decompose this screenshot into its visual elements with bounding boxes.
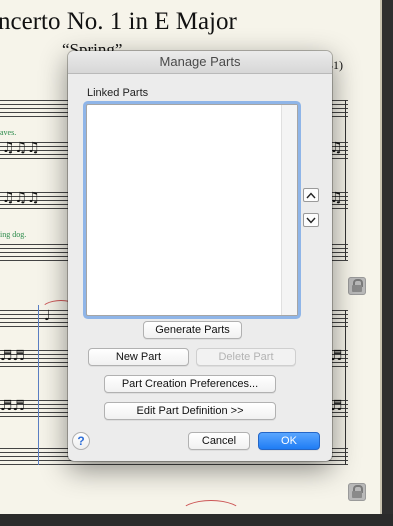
generate-parts-button[interactable]: Generate Parts xyxy=(143,321,242,339)
slur-mark xyxy=(180,500,242,526)
dialog-title: Manage Parts xyxy=(68,51,332,74)
linked-parts-label: Linked Parts xyxy=(87,87,149,99)
move-down-button[interactable] xyxy=(303,213,319,227)
linked-parts-list[interactable] xyxy=(86,104,298,316)
score-annotation: ing dog. xyxy=(0,230,27,239)
help-button[interactable]: ? xyxy=(72,432,90,450)
system-bracket xyxy=(38,305,39,465)
note-group: ♬♬ xyxy=(0,348,26,364)
manage-parts-dialog: Manage Parts Linked Parts Generate Parts… xyxy=(68,51,332,461)
score-annotation: aves. xyxy=(0,128,17,137)
barline xyxy=(345,100,346,260)
note-group: ♬♬ xyxy=(0,398,26,414)
note-group: ♩ xyxy=(44,308,51,324)
note-group: ♫♫♫ xyxy=(2,140,40,156)
new-part-button[interactable]: New Part xyxy=(88,348,189,366)
score-title: ncerto No. 1 in E Major xyxy=(0,8,237,35)
chevron-down-icon xyxy=(306,217,316,224)
part-creation-preferences-button[interactable]: Part Creation Preferences... xyxy=(104,375,276,393)
chevron-up-icon xyxy=(306,191,316,198)
lock-icon[interactable] xyxy=(348,483,366,501)
cancel-button[interactable]: Cancel xyxy=(188,432,250,450)
lock-icon[interactable] xyxy=(348,277,366,295)
window-edge xyxy=(382,0,393,514)
ok-button[interactable]: OK xyxy=(258,432,320,450)
move-up-button[interactable] xyxy=(303,188,319,202)
note-group: ♫♫♫ xyxy=(2,190,40,206)
list-scrollbar[interactable] xyxy=(281,105,297,315)
edit-part-definition-button[interactable]: Edit Part Definition >> xyxy=(104,402,276,420)
delete-part-button[interactable]: Delete Part xyxy=(196,348,296,366)
barline xyxy=(345,310,346,465)
